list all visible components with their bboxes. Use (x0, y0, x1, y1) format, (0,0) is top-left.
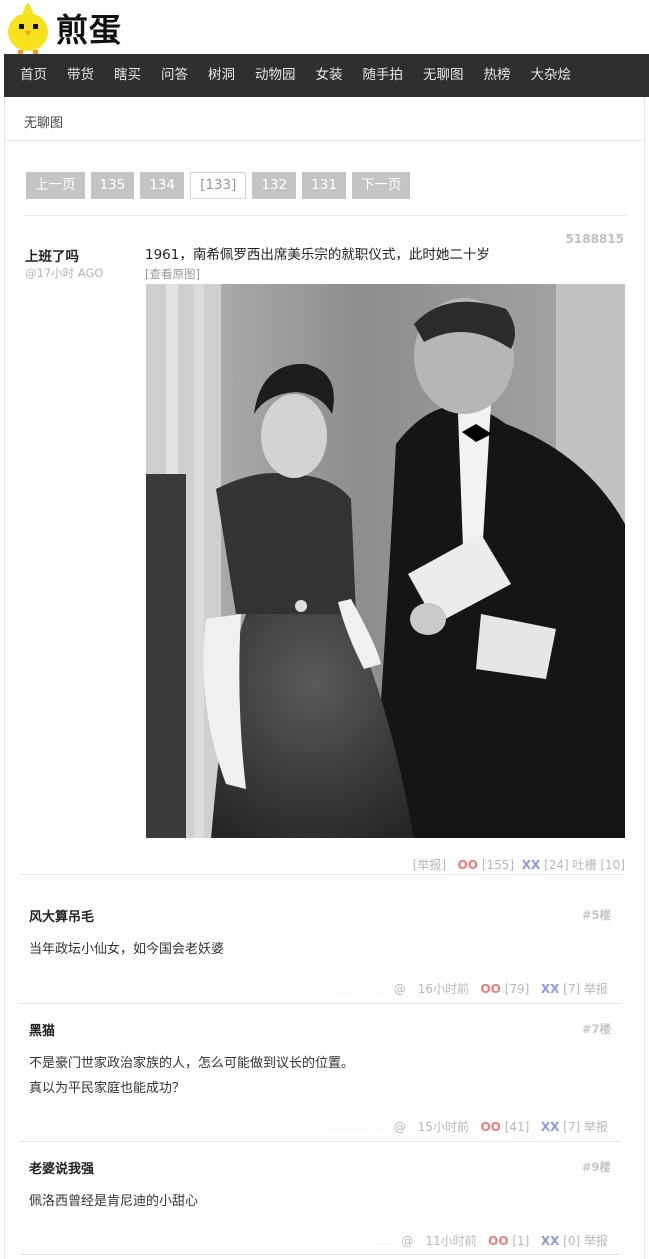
xx-count: [7] (563, 982, 581, 996)
comment-line: 佩洛西曾经是肯尼迪的小甜心 (29, 1194, 199, 1209)
xx-vote-button[interactable]: XX (541, 1234, 560, 1248)
comment-actions: ................ @ 15小时前 OO [41] XX [7] … (323, 1118, 608, 1135)
oo-count: [79] (504, 982, 530, 996)
nav-item-womenswear[interactable]: 女装 (306, 54, 353, 97)
nav-item-zoo[interactable]: 动物园 (245, 54, 306, 97)
oo-vote-button[interactable]: OO (480, 982, 500, 996)
page-link[interactable]: 131 (302, 172, 346, 199)
comment-time: @ 16小时前 (393, 982, 470, 996)
xx-count: [0] (563, 1234, 581, 1248)
nav-item-qa[interactable]: 问答 (151, 54, 198, 97)
page-link[interactable]: 135 (90, 172, 135, 199)
comment-author[interactable]: 老婆说我强 (29, 1158, 94, 1177)
comment-actions: ................ @ 16小时前 OO [79] XX [7] … (323, 980, 608, 997)
comment-body: 当年政坛小仙女，如今国会老妖婆 (29, 937, 224, 962)
comment: 老婆说我强 #9楼 佩洛西曾经是肯尼迪的小甜心 .......... @ 11小… (20, 1141, 620, 1259)
comment: 风大算吊毛 #5楼 当年政坛小仙女，如今国会老妖婆 ..............… (20, 875, 620, 1005)
tucao-button[interactable]: 吐槽 [10] (573, 858, 625, 872)
nav-item-daihuo[interactable]: 带货 (57, 54, 104, 97)
xx-vote-button[interactable]: XX (541, 982, 560, 996)
comment-floor[interactable]: #7楼 (582, 1021, 611, 1037)
comment-actions: .......... @ 11小时前 OO [1] XX [0] 举报 (353, 1232, 608, 1249)
report-button[interactable]: 举报 (584, 1120, 608, 1134)
next-page-button[interactable]: 下一页 (351, 172, 411, 199)
oo-vote-button[interactable]: OO (488, 1234, 508, 1248)
comment-author[interactable]: 黑猫 (29, 1020, 55, 1039)
nav-item-home[interactable]: 首页 (10, 54, 57, 97)
report-button[interactable]: 举报 (584, 1234, 608, 1248)
logo-text: 煎蛋 (56, 11, 123, 49)
nav-item-misc[interactable]: 大杂烩 (521, 54, 582, 97)
xx-vote-button[interactable]: XX (522, 858, 541, 872)
page-link[interactable]: 134 (140, 172, 185, 199)
comment-time: @ 11小时前 (401, 1234, 477, 1248)
nav-item-xiamai[interactable]: 瞎买 (104, 54, 151, 97)
comment-time: @ 15小时前 (393, 1120, 470, 1134)
prev-page-button[interactable]: 上一页 (26, 172, 85, 199)
main-nav: 首页 带货 瞎买 问答 树洞 动物园 女装 随手拍 无聊图 热榜 大杂烩 (4, 54, 649, 97)
oo-vote-button[interactable]: OO (480, 1120, 500, 1134)
divider (20, 1254, 620, 1255)
divider (24, 215, 626, 216)
oo-count: [41] (504, 1120, 530, 1134)
comment-line: 当年政坛小仙女，如今国会老妖婆 (29, 942, 225, 957)
comment-line: 不是豪门世家政治家族的人，怎么可能做到议长的位置。 (29, 1056, 355, 1071)
oo-vote-button[interactable]: OO (458, 858, 478, 872)
comment-line: 真以为平民家庭也能成功？ (29, 1081, 186, 1096)
comment-body: 不是豪门世家政治家族的人，怎么可能做到议长的位置。 真以为平民家庭也能成功？ (29, 1051, 354, 1101)
comment-floor[interactable]: #9楼 (582, 1159, 611, 1175)
nav-item-hot[interactable]: 热榜 (474, 54, 521, 97)
current-page: [133] (190, 172, 247, 199)
pagination: 上一页 135 134 [133] 132 131 下一页 (26, 172, 416, 199)
post-actions: [举报] OO [155] XX [24] 吐槽 [10] (413, 856, 625, 873)
post-photo[interactable] (146, 284, 625, 838)
nav-item-pics[interactable]: 无聊图 (413, 54, 474, 97)
hidden-text: ................ (322, 982, 384, 996)
site-logo[interactable]: 煎蛋 (4, 2, 144, 54)
report-button[interactable]: [举报] (413, 858, 446, 872)
comment: 黑猫 #7楼 不是豪门世家政治家族的人，怎么可能做到议长的位置。 真以为平民家庭… (20, 1003, 620, 1143)
comment-author[interactable]: 风大算吊毛 (29, 906, 94, 925)
oo-count: [155] (481, 858, 515, 872)
view-original-link[interactable]: [查看原图] (145, 266, 200, 282)
xx-vote-button[interactable]: XX (541, 1120, 560, 1134)
chick-mascot-icon (8, 2, 48, 54)
xx-count: [7] (563, 1120, 581, 1134)
nav-item-treehole[interactable]: 树洞 (198, 54, 245, 97)
comment-body: 佩洛西曾经是肯尼迪的小甜心 (29, 1189, 198, 1214)
breadcrumb-label[interactable]: 无聊图 (24, 112, 63, 131)
post-text: 1961，南希佩罗西出席美乐宗的就职仪式，此时她二十岁 (145, 247, 490, 263)
report-button[interactable]: 举报 (584, 982, 608, 996)
breadcrumb: 无聊图 (4, 97, 645, 141)
oo-count: [1] (512, 1234, 530, 1248)
post-id[interactable]: 5188815 (566, 232, 624, 246)
hidden-text: .......... (353, 1234, 392, 1248)
xx-count: [24] (544, 858, 569, 872)
page-link[interactable]: 132 (252, 172, 297, 199)
nav-item-snapshot[interactable]: 随手拍 (353, 54, 414, 97)
post-author[interactable]: 上班了吗 (25, 245, 79, 265)
post-time: @17小时 AGO (25, 266, 104, 280)
hidden-text: ................ (322, 1120, 384, 1134)
comment-floor[interactable]: #5楼 (582, 907, 611, 923)
